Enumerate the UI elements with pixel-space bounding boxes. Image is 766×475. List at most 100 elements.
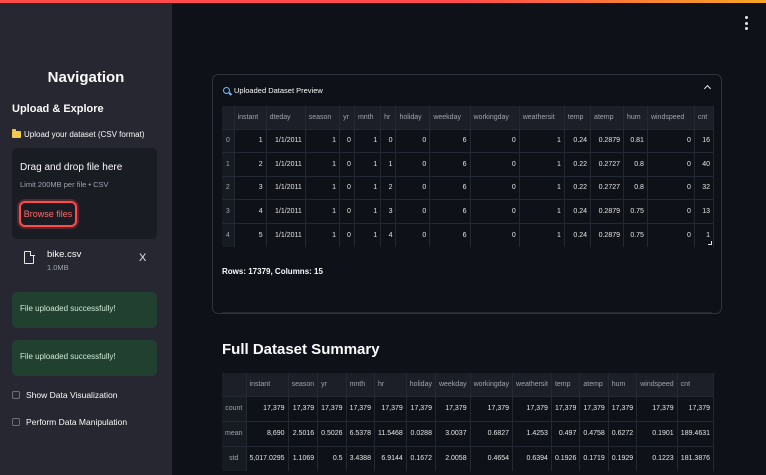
column-header[interactable]: mnth [354, 106, 382, 129]
table-cell: 181.3876 [677, 445, 715, 471]
table-cell: 0.2727 [590, 175, 625, 200]
table-cell: 0 [470, 152, 520, 176]
show-visualization-checkbox[interactable]: Show Data Visualization [12, 390, 118, 400]
table-cell: 0.2879 [590, 128, 625, 153]
main-menu-icon[interactable] [744, 16, 748, 30]
rows-columns-info: Rows: 17379, Columns: 15 [222, 267, 323, 276]
index-header[interactable] [222, 373, 247, 396]
column-header[interactable]: cnt [677, 373, 715, 396]
browse-files-button[interactable]: Browse files [19, 201, 77, 227]
column-header[interactable]: weathersit [519, 106, 565, 129]
column-header[interactable]: atemp [590, 106, 625, 129]
table-cell: 0 [647, 152, 695, 176]
column-header[interactable]: weathersit [512, 373, 552, 396]
column-header[interactable]: instant [246, 373, 289, 396]
table-cell: 0 [395, 128, 431, 153]
column-header[interactable]: dteday [266, 106, 306, 129]
column-header[interactable]: season [305, 106, 341, 129]
file-icon [24, 250, 35, 264]
table-cell: 17,379 [677, 395, 715, 421]
table-cell: 1 [519, 222, 565, 247]
table-resize-handle[interactable] [708, 241, 712, 245]
column-header[interactable]: temp [551, 373, 581, 396]
column-header[interactable]: yr [339, 106, 355, 129]
section-heading: Upload & Explore [12, 103, 104, 115]
table-cell: 1 [305, 128, 341, 153]
preview-table: instant dteday season yr mnth hr holiday weekda… [222, 106, 715, 247]
table-cell: 4 [234, 199, 267, 223]
table-cell: 5,017.0295 [246, 445, 289, 471]
table-cell: 0 [470, 199, 520, 223]
column-header[interactable]: weekday [435, 373, 471, 396]
table-cell: 0.497 [551, 420, 581, 446]
table-cell: 0.4758 [579, 420, 609, 446]
table-cell: 0.81 [623, 128, 648, 153]
table-cell: 3 [380, 199, 397, 223]
column-header[interactable]: holiday [395, 106, 431, 129]
column-header[interactable]: temp [564, 106, 592, 129]
column-header[interactable]: workingday [470, 106, 520, 129]
table-cell: 0 [395, 199, 431, 223]
table-cell: 0 [470, 175, 520, 200]
table-cell: 0 [395, 175, 431, 200]
column-header[interactable]: instant [234, 106, 267, 129]
table-cell: 0 [339, 175, 355, 200]
table-cell: 0.0288 [406, 420, 436, 446]
table-row: mean 8,690 2.5016 0.5026 6.5378 11.5468 0.0288… [222, 420, 715, 446]
uploaded-file: bike.csv 1.0MB X [22, 249, 152, 275]
column-header[interactable]: hum [608, 373, 638, 396]
expander-header[interactable]: Uploaded Dataset Preview [223, 86, 323, 95]
column-header[interactable]: yr [317, 373, 347, 396]
table-cell: 17,379 [317, 395, 347, 421]
table-cell: 1 [380, 152, 397, 176]
table-cell: 1 [305, 199, 341, 223]
table-cell: 0.24 [564, 222, 592, 247]
upload-label: Upload your dataset (CSV format) [12, 129, 145, 139]
table-cell: 0.75 [623, 199, 648, 223]
table-cell: 0.1929 [608, 445, 638, 471]
checkbox-box[interactable] [12, 418, 20, 426]
column-header[interactable]: cnt [694, 106, 715, 129]
column-header[interactable]: atemp [579, 373, 609, 396]
table-row: 3 4 1/1/2011 1 0 1 3 0 6 0 1 0.24 0.2879 0.75 0 13 [222, 199, 715, 223]
column-header[interactable]: windspeed [647, 106, 695, 129]
nav-title: Navigation [47, 69, 125, 86]
table-cell: 11.5468 [374, 420, 407, 446]
table-cell: 0.5026 [317, 420, 347, 446]
file-dropzone[interactable]: Drag and drop file here Limit 200MB per … [12, 148, 157, 239]
index-header[interactable] [222, 106, 235, 129]
table-cell: 0 [647, 128, 695, 153]
table-cell: 6.9144 [374, 445, 407, 471]
column-header[interactable]: season [288, 373, 319, 396]
checkbox-box[interactable] [12, 391, 20, 399]
column-header[interactable]: hr [380, 106, 397, 129]
column-header[interactable]: hum [623, 106, 648, 129]
table-cell: 0.6827 [470, 420, 514, 446]
table-row: count 17,379 17,379 17,379 17,379 17,379 17,37… [222, 395, 715, 421]
sidebar: Navigation Upload & Explore Upload your … [0, 3, 172, 475]
summary-table: instant season yr mnth hr holiday weekday worki… [222, 373, 715, 471]
table-cell: 1/1/2011 [266, 128, 306, 153]
row-index: 4 [222, 222, 235, 247]
folder-icon [12, 129, 21, 138]
column-header[interactable]: holiday [406, 373, 436, 396]
table-cell: 0.22 [564, 175, 592, 200]
column-header[interactable]: hr [374, 373, 407, 396]
remove-file-button[interactable]: X [139, 252, 146, 264]
table-cell: 17,379 [636, 395, 678, 421]
table-cell: 0 [647, 222, 695, 247]
table-cell: 17,379 [406, 395, 436, 421]
table-cell: 6 [429, 199, 471, 223]
column-header[interactable]: windspeed [636, 373, 678, 396]
table-cell: 1 [519, 152, 565, 176]
divider [222, 312, 712, 313]
column-header[interactable]: mnth [346, 373, 375, 396]
table-cell: 17,379 [470, 395, 514, 421]
column-header[interactable]: workingday [470, 373, 514, 396]
table-cell: 0.6272 [608, 420, 638, 446]
column-header[interactable]: weekday [429, 106, 471, 129]
perform-manipulation-checkbox[interactable]: Perform Data Manipulation [12, 417, 127, 427]
table-cell: 1 [354, 222, 382, 247]
table-cell: 17,379 [512, 395, 552, 421]
chevron-up-icon[interactable] [703, 84, 712, 93]
